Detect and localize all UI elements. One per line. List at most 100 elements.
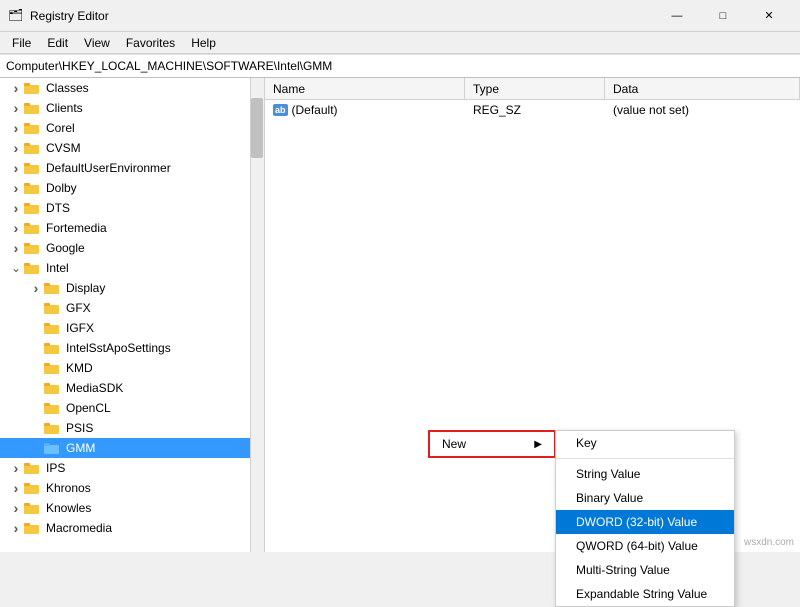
- registry-entry[interactable]: ab(Default)REG_SZ(value not set): [265, 100, 800, 120]
- tree-item[interactable]: › Macromedia: [0, 518, 264, 538]
- folder-icon: [24, 160, 40, 176]
- tree-item-label: Knowles: [46, 501, 91, 515]
- tree-item[interactable]: › Google: [0, 238, 264, 258]
- scrollbar-thumb[interactable]: [251, 98, 263, 158]
- reg-value-icon: ab: [273, 104, 288, 116]
- tree-item[interactable]: GMM: [0, 438, 264, 458]
- folder-icon: [24, 260, 40, 276]
- tree-item[interactable]: PSIS: [0, 418, 264, 438]
- new-submenu-button[interactable]: New ▶: [428, 430, 556, 458]
- tree-item-label: IGFX: [66, 321, 94, 335]
- tree-arrow-icon: [28, 380, 44, 396]
- tree-item[interactable]: › Khronos: [0, 478, 264, 498]
- tree-item-label: Macromedia: [46, 521, 112, 535]
- menu-help[interactable]: Help: [183, 34, 224, 52]
- folder-icon: [24, 140, 40, 156]
- tree-arrow-icon: ›: [8, 140, 24, 156]
- tree-item-label: Google: [46, 241, 85, 255]
- tree-item[interactable]: › Knowles: [0, 498, 264, 518]
- tree-item[interactable]: › Corel: [0, 118, 264, 138]
- tree-item[interactable]: › Classes: [0, 78, 264, 98]
- folder-icon: [44, 360, 60, 376]
- tree-item-label: CVSM: [46, 141, 81, 155]
- tree-item[interactable]: IntelSstApoSettings: [0, 338, 264, 358]
- menu-favorites[interactable]: Favorites: [118, 34, 183, 52]
- tree-item[interactable]: OpenCL: [0, 398, 264, 418]
- column-headers: Name Type Data: [265, 78, 800, 100]
- maximize-button[interactable]: □: [700, 0, 746, 32]
- tree-arrow-icon: [28, 340, 44, 356]
- folder-icon: [24, 80, 40, 96]
- tree-item[interactable]: MediaSDK: [0, 378, 264, 398]
- folder-icon: [24, 500, 40, 516]
- context-menu-item[interactable]: Key: [556, 431, 734, 455]
- tree-arrow-icon: ›: [8, 460, 24, 476]
- tree-item-label: IPS: [46, 461, 65, 475]
- tree-item-label: Clients: [46, 101, 83, 115]
- address-bar: Computer\HKEY_LOCAL_MACHINE\SOFTWARE\Int…: [0, 54, 800, 78]
- context-menu-item[interactable]: Multi-String Value: [556, 558, 734, 582]
- folder-icon: [24, 480, 40, 496]
- folder-icon: [44, 380, 60, 396]
- tree-arrow-icon: ›: [8, 160, 24, 176]
- tree-item[interactable]: › Display: [0, 278, 264, 298]
- tree-item[interactable]: › Dolby: [0, 178, 264, 198]
- menu-view[interactable]: View: [76, 34, 118, 52]
- context-menu-item[interactable]: Binary Value: [556, 486, 734, 510]
- tree-item[interactable]: › CVSM: [0, 138, 264, 158]
- minimize-button[interactable]: —: [654, 0, 700, 32]
- tree-arrow-icon: [28, 360, 44, 376]
- tree-arrow-icon: [28, 300, 44, 316]
- tree-item-label: PSIS: [66, 421, 93, 435]
- tree-item-label: MediaSDK: [66, 381, 123, 395]
- menu-file[interactable]: File: [4, 34, 39, 52]
- tree-item-label: IntelSstApoSettings: [66, 341, 171, 355]
- tree-item[interactable]: IGFX: [0, 318, 264, 338]
- context-menu-item[interactable]: QWORD (64-bit) Value: [556, 534, 734, 558]
- reg-name-cell: ab(Default): [265, 103, 465, 117]
- folder-icon: [44, 440, 60, 456]
- tree-arrow-icon: ›: [8, 240, 24, 256]
- submenu-arrow-icon: ▶: [534, 439, 542, 450]
- new-label: New: [442, 437, 466, 451]
- tree-item[interactable]: › IPS: [0, 458, 264, 478]
- folder-icon: [44, 340, 60, 356]
- tree-arrow-icon: ›: [8, 180, 24, 196]
- new-submenu-container: New ▶: [428, 430, 556, 458]
- tree-item[interactable]: GFX: [0, 298, 264, 318]
- folder-icon: [24, 220, 40, 236]
- folder-icon: [44, 400, 60, 416]
- col-header-data: Data: [605, 78, 800, 99]
- context-menu: Key String ValueBinary ValueDWORD (32-bit…: [555, 430, 735, 607]
- app-icon: 🗂: [8, 8, 24, 24]
- tree-arrow-icon: ⌄: [8, 260, 24, 276]
- tree-item-label: KMD: [66, 361, 93, 375]
- context-menu-item[interactable]: String Value: [556, 462, 734, 486]
- folder-icon: [44, 320, 60, 336]
- menu-bar: File Edit View Favorites Help: [0, 32, 800, 54]
- main-area: › Classes› Clients› Corel› CVSM› Default…: [0, 78, 800, 552]
- tree-arrow-icon: ›: [8, 500, 24, 516]
- tree-item-label: Display: [66, 281, 105, 295]
- tree-item[interactable]: › Fortemedia: [0, 218, 264, 238]
- tree-panel: › Classes› Clients› Corel› CVSM› Default…: [0, 78, 265, 552]
- tree-item[interactable]: › DTS: [0, 198, 264, 218]
- folder-icon: [44, 280, 60, 296]
- folder-icon: [24, 120, 40, 136]
- tree-item[interactable]: KMD: [0, 358, 264, 378]
- tree-item-label: DTS: [46, 201, 70, 215]
- menu-edit[interactable]: Edit: [39, 34, 76, 52]
- close-button[interactable]: ✕: [746, 0, 792, 32]
- context-menu-item[interactable]: DWORD (32-bit) Value: [556, 510, 734, 534]
- watermark: wsxdn.com: [744, 537, 794, 548]
- tree-arrow-icon: ›: [8, 200, 24, 216]
- tree-arrow-icon: [28, 440, 44, 456]
- context-menu-item[interactable]: Expandable String Value: [556, 582, 734, 606]
- folder-icon: [44, 420, 60, 436]
- tree-item[interactable]: › Clients: [0, 98, 264, 118]
- tree-item[interactable]: ⌄ Intel: [0, 258, 264, 278]
- menu-separator: [556, 458, 734, 459]
- tree-item[interactable]: › DefaultUserEnvironmer: [0, 158, 264, 178]
- tree-scrollbar[interactable]: [250, 78, 264, 552]
- tree-arrow-icon: ›: [8, 120, 24, 136]
